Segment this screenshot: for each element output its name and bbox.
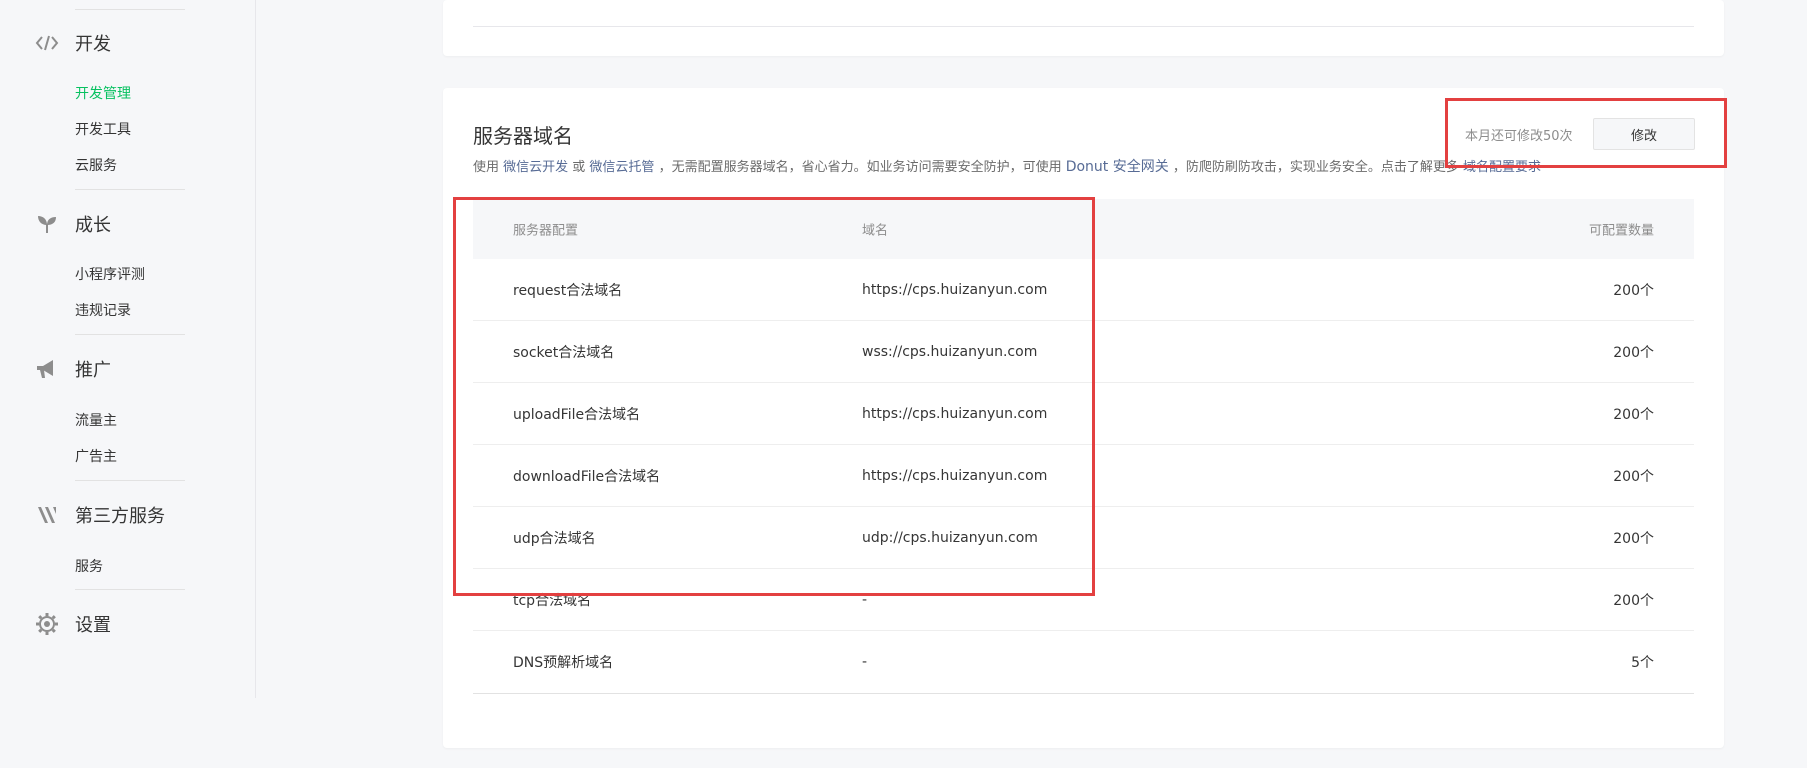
cell-count: 200个 (1613, 592, 1654, 609)
cell-count: 200个 (1613, 282, 1654, 299)
sidebar-item-services[interactable]: 服务 (75, 556, 103, 576)
domain-table: 服务器配置 域名 可配置数量 request合法域名 https://cps.h… (473, 199, 1694, 694)
divider (473, 26, 1694, 27)
cell-count: 200个 (1613, 530, 1654, 547)
cell-config: downloadFile合法域名 (513, 468, 661, 485)
cell-domain: https://cps.huizanyun.com (862, 467, 1048, 484)
megaphone-icon (34, 356, 60, 382)
gear-icon (34, 611, 60, 637)
wechat-cloud-dev-link[interactable]: 微信云开发 (503, 160, 568, 175)
sidebar-item-dev-manage[interactable]: 开发管理 (75, 83, 131, 103)
table-row: udp合法域名 udp://cps.huizanyun.com 200个 (473, 507, 1694, 569)
donut-gateway-link[interactable]: Donut 安全网关 (1066, 159, 1169, 175)
sidebar-section-growth[interactable]: 成长 (34, 209, 111, 239)
sidebar-item-violations[interactable]: 违规记录 (75, 300, 131, 320)
table-row: DNS预解析域名 - 5个 (473, 631, 1694, 694)
sidebar-item-traffic-owner[interactable]: 流量主 (75, 410, 117, 430)
sidebar-divider (75, 9, 185, 10)
sidebar-section-settings[interactable]: 设置 (34, 609, 111, 639)
third-party-icon (34, 502, 60, 528)
header-count: 可配置数量 (1588, 223, 1654, 239)
table-row: request合法域名 https://cps.huizanyun.com 20… (473, 259, 1694, 321)
table-row: socket合法域名 wss://cps.huizanyun.com 200个 (473, 321, 1694, 383)
desc-text: 或 (568, 160, 590, 175)
table-row: uploadFile合法域名 https://cps.huizanyun.com… (473, 383, 1694, 445)
cell-config: socket合法域名 (513, 344, 615, 361)
cell-config: tcp合法域名 (513, 592, 592, 609)
table-header: 服务器配置 域名 可配置数量 (473, 199, 1694, 259)
sidebar-section-dev[interactable]: 开发 (34, 28, 111, 58)
header-config: 服务器配置 (513, 223, 579, 239)
card-title: 服务器域名 (473, 124, 573, 148)
cell-config: udp合法域名 (513, 530, 596, 547)
cell-domain: https://cps.huizanyun.com (862, 281, 1048, 298)
cell-count: 5个 (1631, 655, 1654, 671)
sidebar-item-dev-tools[interactable]: 开发工具 (75, 119, 131, 139)
sidebar-section-third-party[interactable]: 第三方服务 (34, 500, 165, 530)
desc-text: 使用 (473, 160, 504, 175)
cell-domain: - (862, 591, 868, 608)
sidebar-divider (75, 334, 185, 335)
cell-domain: wss://cps.huizanyun.com (862, 343, 1038, 360)
sidebar-section-label: 推广 (75, 360, 111, 381)
cell-config: uploadFile合法域名 (513, 406, 641, 423)
cell-count: 200个 (1613, 406, 1654, 423)
sidebar-divider (75, 189, 185, 190)
cell-count: 200个 (1613, 344, 1654, 361)
sidebar-item-evaluation[interactable]: 小程序评测 (75, 264, 145, 284)
sidebar-divider (75, 589, 185, 590)
cell-domain: https://cps.huizanyun.com (862, 405, 1048, 422)
cell-count: 200个 (1613, 468, 1654, 485)
table-row: downloadFile合法域名 https://cps.huizanyun.c… (473, 445, 1694, 507)
cell-domain: - (862, 654, 868, 670)
sidebar-section-label: 开发 (75, 34, 111, 55)
sprout-icon (34, 211, 60, 237)
cell-domain: udp://cps.huizanyun.com (862, 529, 1038, 546)
sidebar-section-label: 成长 (75, 215, 111, 236)
previous-card (443, 0, 1724, 56)
sidebar-section-promotion[interactable]: 推广 (34, 354, 111, 384)
sidebar: 开发 开发管理 开发工具 云服务 成长 小程序评测 违规记录 推广 流量主 广告… (0, 0, 256, 698)
cell-config: request合法域名 (513, 282, 623, 299)
desc-text: ，防爬防刷防攻击，实现业务安全。点击了解更多 (1168, 160, 1463, 175)
domain-requirements-link[interactable]: 域名配置要求 (1463, 160, 1541, 175)
sidebar-item-advertiser[interactable]: 广告主 (75, 446, 117, 466)
card-description: 使用 微信云开发 或 微信云托管 ，无需配置服务器域名，省心省力。如业务访问需要… (473, 156, 1541, 176)
cell-config: DNS预解析域名 (513, 655, 614, 671)
server-domain-card: 服务器域名 使用 微信云开发 或 微信云托管 ，无需配置服务器域名，省心省力。如… (443, 88, 1724, 748)
edit-button[interactable]: 修改 (1593, 118, 1695, 150)
desc-text: ，无需配置服务器域名，省心省力。如业务访问需要安全防护，可使用 (654, 160, 1066, 175)
remaining-edits-text: 本月还可修改50次 (1465, 129, 1573, 144)
header-domain: 域名 (862, 223, 889, 239)
code-icon (34, 30, 60, 56)
wechat-cloud-hosting-link[interactable]: 微信云托管 (589, 160, 654, 175)
sidebar-section-label: 第三方服务 (75, 506, 165, 527)
table-row: tcp合法域名 - 200个 (473, 569, 1694, 631)
sidebar-divider (75, 480, 185, 481)
sidebar-item-cloud-service[interactable]: 云服务 (75, 155, 117, 175)
sidebar-section-label: 设置 (75, 615, 111, 636)
